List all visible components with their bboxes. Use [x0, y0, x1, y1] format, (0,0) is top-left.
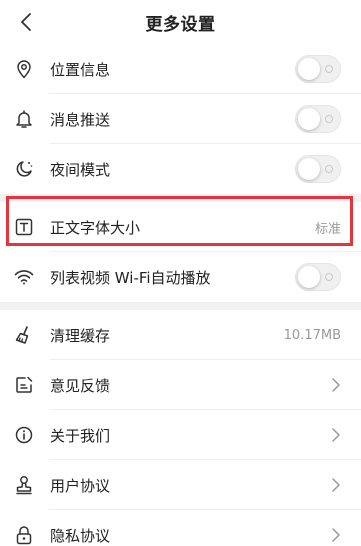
- push-toggle[interactable]: [295, 105, 341, 133]
- chevron-right-icon: [332, 528, 340, 542]
- setting-row-about[interactable]: 关于我们: [0, 410, 361, 460]
- location-toggle[interactable]: [295, 55, 341, 83]
- setting-label: 列表视频 Wi-Fi自动播放: [50, 268, 211, 287]
- settings-group-misc: 清理缓存 10.17MB 意见反馈 关于我们 用户协议 隐私协议: [0, 310, 361, 546]
- setting-label: 正文字体大小: [50, 218, 141, 237]
- text-size-icon: [14, 217, 34, 237]
- header-bar: 更多设置: [0, 0, 361, 44]
- wifi-icon: [14, 267, 34, 287]
- setting-label: 意见反馈: [50, 376, 111, 395]
- setting-row-push: 消息推送: [0, 94, 361, 144]
- settings-group-toggles: 位置信息 消息推送 夜间模式: [0, 44, 361, 194]
- setting-row-night: 夜间模式: [0, 144, 361, 194]
- back-button[interactable]: [12, 8, 40, 36]
- lock-icon: [14, 525, 34, 545]
- settings-list: 位置信息 消息推送 夜间模式 正文字体大小 标准 列表视频 Wi-Fi自动播放 …: [0, 44, 361, 546]
- setting-row-clear-cache[interactable]: 清理缓存 10.17MB: [0, 310, 361, 360]
- night-toggle[interactable]: [295, 155, 341, 183]
- info-icon: [14, 425, 34, 445]
- edit-icon: [14, 375, 34, 395]
- chevron-right-icon: [332, 478, 340, 492]
- chevron-right-icon: [332, 378, 340, 392]
- wifi-autoplay-toggle[interactable]: [295, 263, 341, 291]
- setting-label: 夜间模式: [50, 160, 111, 179]
- setting-label: 关于我们: [50, 426, 111, 445]
- setting-row-privacy[interactable]: 隐私协议: [0, 510, 361, 546]
- setting-row-font-size[interactable]: 正文字体大小 标准: [0, 202, 361, 252]
- setting-label: 位置信息: [50, 60, 111, 79]
- bell-icon: [14, 109, 34, 129]
- setting-row-wifi-autoplay: 列表视频 Wi-Fi自动播放: [0, 252, 361, 302]
- setting-label: 隐私协议: [50, 526, 111, 545]
- setting-row-location: 位置信息: [0, 44, 361, 94]
- settings-screen: 更多设置 位置信息 消息推送 夜间模式 正文字体大小 标准 列表视频 Wi-Fi…: [0, 0, 361, 546]
- stamp-icon: [14, 475, 34, 495]
- font-size-value: 标准: [314, 221, 341, 237]
- location-pin-icon: [14, 59, 34, 79]
- setting-label: 消息推送: [50, 110, 111, 129]
- page-title: 更多设置: [145, 14, 216, 35]
- chevron-left-icon: [21, 13, 31, 31]
- group-separator: [0, 194, 361, 202]
- setting-label: 清理缓存: [50, 326, 111, 345]
- setting-label: 用户协议: [50, 476, 111, 495]
- settings-group-display: 正文字体大小 标准 列表视频 Wi-Fi自动播放: [0, 202, 361, 302]
- moon-icon: [14, 159, 34, 179]
- chevron-right-icon: [332, 428, 340, 442]
- setting-row-user-agreement[interactable]: 用户协议: [0, 460, 361, 510]
- cache-size-value: 10.17MB: [283, 327, 341, 343]
- group-separator: [0, 302, 361, 310]
- setting-row-feedback[interactable]: 意见反馈: [0, 360, 361, 410]
- broom-icon: [14, 325, 34, 345]
